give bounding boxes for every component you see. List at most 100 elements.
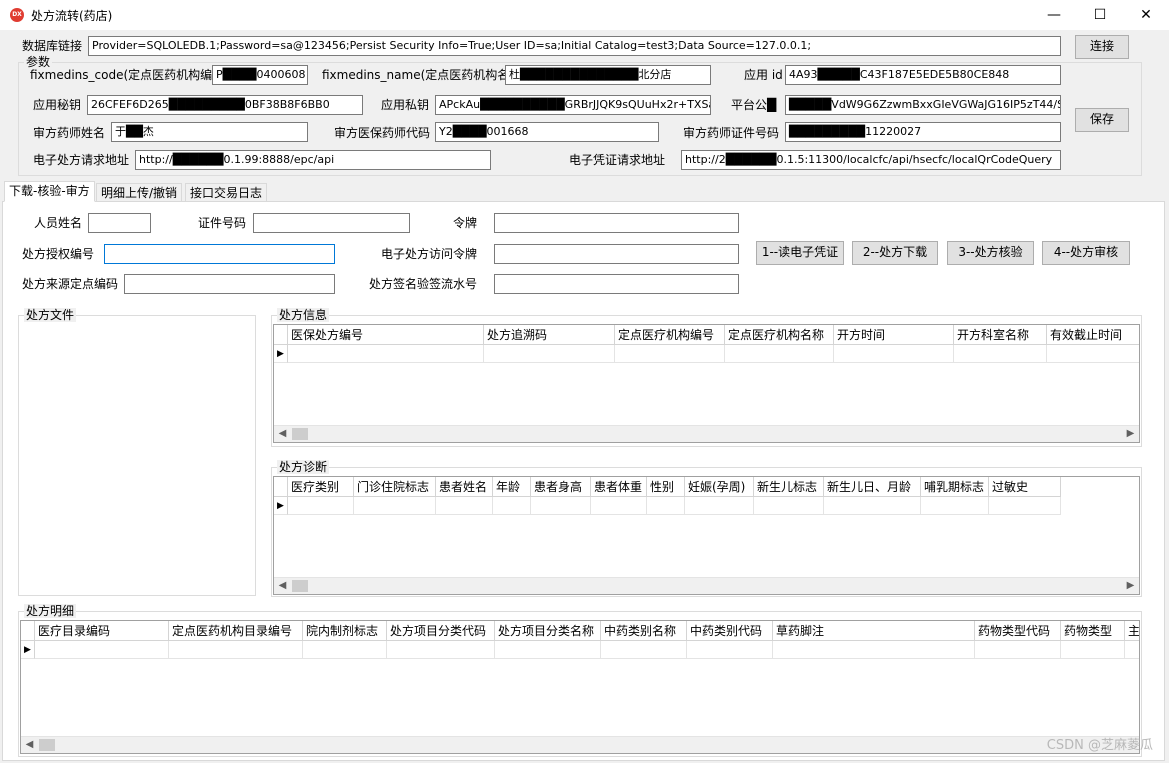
close-button[interactable]: ✕: [1123, 0, 1169, 30]
rx-diag-col[interactable]: 患者姓名: [436, 477, 493, 497]
rx-download-button[interactable]: 2--处方下载: [852, 241, 938, 265]
maximize-button[interactable]: ☐: [1077, 0, 1123, 30]
rx-info-col[interactable]: 医保处方编号: [288, 325, 484, 345]
rx-info-col[interactable]: 定点医疗机构编号: [615, 325, 725, 345]
cert-no-input[interactable]: [253, 213, 410, 233]
fixmedins-code-label: fixmedins_code(定点医药机构编号): [30, 68, 229, 82]
scroll-left-icon[interactable]: ◀: [21, 737, 38, 753]
app-secret-label: 应用秘钥: [33, 98, 82, 112]
token-input[interactable]: [494, 213, 739, 233]
access-token-label: 电子处方访问令牌: [381, 247, 478, 261]
rx-info-title: 处方信息: [277, 308, 330, 322]
rx-info-hscrollbar[interactable]: ◀ ▶: [274, 425, 1139, 442]
rx-diag-grid[interactable]: 医疗类别 门诊住院标志 患者姓名 年龄 患者身高 患者体重 性别 妊娠(孕周) …: [273, 476, 1140, 595]
rx-detail-hscrollbar[interactable]: ◀: [21, 736, 1139, 753]
rx-info-col[interactable]: 定点医疗机构名称: [725, 325, 834, 345]
voucher-url-label: 电子凭证请求地址: [569, 153, 666, 167]
rx-detail-col[interactable]: 定点医药机构目录编号: [169, 621, 303, 641]
epc-url-label: 电子处方请求地址: [33, 153, 130, 167]
rx-diag-col[interactable]: 哺乳期标志: [921, 477, 989, 497]
fixmedins-name-label: fixmedins_name(定点医药机构名称): [322, 68, 526, 82]
rx-diag-header: 医疗类别 门诊住院标志 患者姓名 年龄 患者身高 患者体重 性别 妊娠(孕周) …: [274, 477, 1061, 497]
scroll-right-icon[interactable]: ▶: [1122, 578, 1139, 594]
rx-info-col[interactable]: 开方时间: [834, 325, 954, 345]
pharmacist-cert-input[interactable]: █████████11220027: [785, 122, 1061, 142]
pharmacist-name-label: 审方药师姓名: [33, 126, 106, 140]
scroll-right-icon[interactable]: ▶: [1122, 426, 1139, 442]
voucher-url-input[interactable]: http://2██████0.1.5:11300/localcfc/api/h…: [681, 150, 1061, 170]
tab-download-verify-review[interactable]: 下载-核验-审方: [4, 181, 95, 202]
rx-diag-col[interactable]: 过敏史: [989, 477, 1061, 497]
scroll-left-icon[interactable]: ◀: [274, 426, 291, 442]
person-name-input[interactable]: [88, 213, 151, 233]
app-private-key-input[interactable]: APckAu██████████GRBrJJQK9sQUuHx2r+TXSahE…: [435, 95, 711, 115]
fixmedins-code-input[interactable]: P████0400608: [212, 65, 308, 85]
rx-diag-col[interactable]: 年龄: [493, 477, 531, 497]
rx-diag-title: 处方诊断: [277, 460, 330, 474]
rx-file-title: 处方文件: [24, 308, 77, 322]
pharmacist-name-input[interactable]: 于██杰: [111, 122, 308, 142]
app-id-input[interactable]: 4A93█████C43F187E5EDE5B80CE848: [785, 65, 1061, 85]
app-private-key-label: 应用私钥: [381, 98, 430, 112]
row-pointer-icon: ▶: [21, 641, 35, 659]
app-secret-input[interactable]: 26CFEF6D265█████████0BF38B8F6BB0: [87, 95, 363, 115]
rx-info-grid[interactable]: 医保处方编号 处方追溯码 定点医疗机构编号 定点医疗机构名称 开方时间 开方科室…: [273, 324, 1140, 443]
rx-info-header: 医保处方编号 处方追溯码 定点医疗机构编号 定点医疗机构名称 开方时间 开方科室…: [274, 325, 1139, 345]
sign-serial-label: 处方签名验签流水号: [369, 277, 478, 291]
rx-detail-header: 医疗目录编码 定点医药机构目录编号 院内制剂标志 处方项目分类代码 处方项目分类…: [21, 621, 1139, 641]
rx-detail-col[interactable]: 医疗目录编码: [35, 621, 169, 641]
pharmacist-code-input[interactable]: Y2████001668: [435, 122, 659, 142]
rx-detail-col[interactable]: 处方项目分类代码: [387, 621, 495, 641]
rx-detail-col[interactable]: 药物类型代码: [975, 621, 1061, 641]
rx-diag-col[interactable]: 医疗类别: [288, 477, 354, 497]
token-label: 令牌: [453, 216, 478, 230]
db-connection-input[interactable]: Provider=SQLOLEDB.1;Password=sa@123456;P…: [88, 36, 1061, 56]
rx-diag-col[interactable]: 新生儿日、月龄: [824, 477, 921, 497]
rx-detail-col[interactable]: 草药脚注: [773, 621, 975, 641]
rx-detail-col[interactable]: 中药类别名称: [601, 621, 687, 641]
app-id-label: 应用 id: [744, 68, 783, 82]
tab-interface-log[interactable]: 接口交易日志: [185, 183, 268, 202]
minimize-button[interactable]: —: [1031, 0, 1077, 30]
table-row[interactable]: ▶: [274, 497, 1061, 515]
epc-url-input[interactable]: http://██████0.1.99:8888/epc/api: [135, 150, 491, 170]
source-code-input[interactable]: [124, 274, 335, 294]
rx-detail-col[interactable]: 院内制剂标志: [303, 621, 387, 641]
pharmacist-cert-label: 审方药师证件号码: [683, 126, 780, 140]
rx-detail-col[interactable]: 药物类型: [1061, 621, 1125, 641]
db-label: 数据库链接: [22, 39, 83, 53]
table-row[interactable]: ▶: [21, 641, 1139, 659]
rx-diag-col[interactable]: 新生儿标志: [754, 477, 824, 497]
rx-diag-col[interactable]: 妊娠(孕周): [685, 477, 754, 497]
scroll-left-icon[interactable]: ◀: [274, 578, 291, 594]
rx-review-button[interactable]: 4--处方审核: [1042, 241, 1130, 265]
rx-diag-col[interactable]: 患者体重: [591, 477, 647, 497]
rx-diag-col[interactable]: 患者身高: [531, 477, 591, 497]
platform-key-input[interactable]: █████VdW9G6ZzwmBxxGIeVGWaJG16IP5zT44/SaN…: [785, 95, 1061, 115]
tab-detail-upload[interactable]: 明细上传/撤销: [96, 183, 183, 202]
scroll-thumb[interactable]: [292, 428, 308, 440]
connect-button[interactable]: 连接: [1075, 35, 1129, 59]
save-button[interactable]: 保存: [1075, 108, 1129, 132]
rx-diag-hscrollbar[interactable]: ◀ ▶: [274, 577, 1139, 594]
rx-detail-title: 处方明细: [24, 604, 77, 618]
sign-serial-input[interactable]: [494, 274, 739, 294]
access-token-input[interactable]: [494, 244, 739, 264]
scroll-thumb[interactable]: [39, 739, 55, 751]
rx-diag-col[interactable]: 门诊住院标志: [354, 477, 436, 497]
auth-no-label: 处方授权编号: [22, 247, 95, 261]
rx-diag-col[interactable]: 性别: [647, 477, 685, 497]
table-row[interactable]: ▶: [274, 345, 1139, 363]
rx-info-col[interactable]: 开方科室名称: [954, 325, 1047, 345]
read-e-voucher-button[interactable]: 1--读电子凭证: [756, 241, 844, 265]
rx-detail-col[interactable]: 处方项目分类名称: [495, 621, 601, 641]
rx-verify-button[interactable]: 3--处方核验: [947, 241, 1034, 265]
rx-info-col[interactable]: 有效截止时间: [1047, 325, 1139, 345]
rx-detail-col[interactable]: 中药类别代码: [687, 621, 773, 641]
auth-no-input[interactable]: [104, 244, 335, 264]
scroll-thumb[interactable]: [292, 580, 308, 592]
rx-info-col[interactable]: 处方追溯码: [484, 325, 615, 345]
rx-detail-grid[interactable]: 医疗目录编码 定点医药机构目录编号 院内制剂标志 处方项目分类代码 处方项目分类…: [20, 620, 1140, 754]
rx-detail-col[interactable]: 主: [1125, 621, 1139, 641]
fixmedins-name-input[interactable]: 杜██████████████北分店: [505, 65, 711, 85]
